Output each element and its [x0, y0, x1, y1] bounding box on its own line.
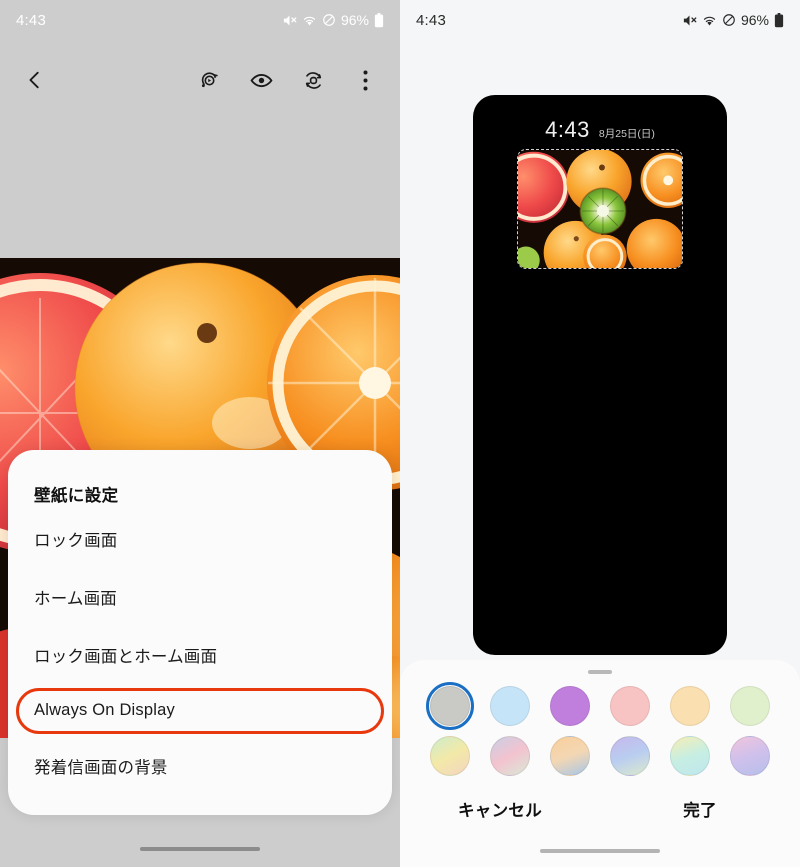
menu-item-label: ロック画面 [34, 532, 118, 550]
sheet-title: 壁紙に設定 [34, 487, 119, 505]
toolbar-actions [196, 67, 378, 93]
aod-clock-date: 8月25日(日) [598, 128, 655, 140]
cancel-button[interactable]: キャンセル [400, 797, 600, 821]
menu-item-home-screen[interactable]: ホーム画面 [8, 568, 392, 626]
more-options-icon[interactable] [352, 67, 378, 93]
menu-item-call-screen-background[interactable]: 発着信画面の背景 [8, 737, 392, 795]
color-swatch-pink-violet-gradient[interactable] [730, 736, 770, 776]
left-screen: 4:43 96% 壁紙に設定 ロック画面 ホーム画面 ロック画面とホーム画面 A… [0, 0, 400, 867]
done-button[interactable]: 完了 [600, 797, 800, 821]
wallpaper-set-sheet: 壁紙に設定 ロック画面 ホーム画面 ロック画面とホーム画面 Always On … [8, 450, 392, 815]
color-swatch-grey[interactable] [426, 682, 474, 730]
battery-icon [774, 12, 784, 28]
sheet-drag-handle[interactable] [588, 670, 612, 674]
do-not-disturb-icon [722, 13, 736, 27]
mute-icon [682, 13, 697, 28]
color-swatch-blue-purple-gradient[interactable] [610, 736, 650, 776]
left-status-bar: 4:43 96% [0, 0, 400, 40]
menu-item-label: ロック画面とホーム画面 [34, 648, 218, 666]
back-arrow-icon[interactable] [22, 67, 48, 93]
menu-item-label: 発着信画面の背景 [34, 759, 168, 777]
aod-preview-frame: 4:43 8月25日(日) [473, 95, 727, 655]
battery-percentage: 96% [340, 12, 369, 28]
mute-icon [282, 13, 297, 28]
color-swatch-yellow-teal-gradient[interactable] [670, 736, 710, 776]
color-swatch-purple[interactable] [550, 686, 590, 726]
color-swatch-light-green[interactable] [730, 686, 770, 726]
navigation-gesture-handle[interactable] [540, 849, 660, 853]
motion-photo-icon[interactable] [196, 67, 222, 93]
bixby-vision-icon[interactable] [300, 67, 326, 93]
wifi-icon [302, 13, 317, 28]
color-swatch-grid [420, 682, 780, 776]
color-swatch-green-yellow-gradient[interactable] [430, 736, 470, 776]
navigation-gesture-handle[interactable] [140, 847, 260, 851]
screenshot-root: 4:43 96% 壁紙に設定 ロック画面 ホーム画面 ロック画面とホーム画面 A… [0, 0, 800, 867]
aod-clock-time: 4:43 [545, 117, 590, 142]
menu-item-label: ホーム画面 [34, 590, 118, 608]
aod-clock: 4:43 8月25日(日) [473, 117, 727, 143]
aod-color-sheet: キャンセル 完了 [400, 660, 800, 867]
gallery-toolbar [0, 58, 400, 102]
right-status-bar: 4:43 96% [400, 0, 800, 40]
right-screen: 4:43 96% 4:43 8月25日(日) キャンセル 完了 [400, 0, 800, 867]
status-bar-indicators: 96% [282, 12, 384, 28]
color-swatch-orange-blue-gradient[interactable] [550, 736, 590, 776]
color-swatch-pink[interactable] [610, 686, 650, 726]
color-swatch-pink-grey-gradient[interactable] [490, 736, 530, 776]
battery-percentage: 96% [740, 12, 769, 28]
color-swatch-peach[interactable] [670, 686, 710, 726]
color-swatch-light-blue[interactable] [490, 686, 530, 726]
status-bar-indicators: 96% [682, 12, 784, 28]
wifi-icon [702, 13, 717, 28]
do-not-disturb-icon [322, 13, 336, 27]
menu-item-lock-and-home-screen[interactable]: ロック画面とホーム画面 [8, 626, 392, 684]
battery-icon [374, 12, 384, 28]
menu-item-always-on-display[interactable]: Always On Display [8, 684, 392, 737]
menu-item-label: Always On Display [34, 701, 175, 719]
status-bar-clock: 4:43 [16, 11, 46, 29]
fruit-photo-thumbnail [518, 150, 682, 268]
menu-item-lock-screen[interactable]: ロック画面 [8, 510, 392, 568]
status-bar-clock: 4:43 [416, 11, 446, 29]
sheet-action-bar: キャンセル 完了 [400, 797, 800, 821]
aod-image-crop-selection[interactable] [517, 149, 683, 269]
eye-view-icon[interactable] [248, 67, 274, 93]
